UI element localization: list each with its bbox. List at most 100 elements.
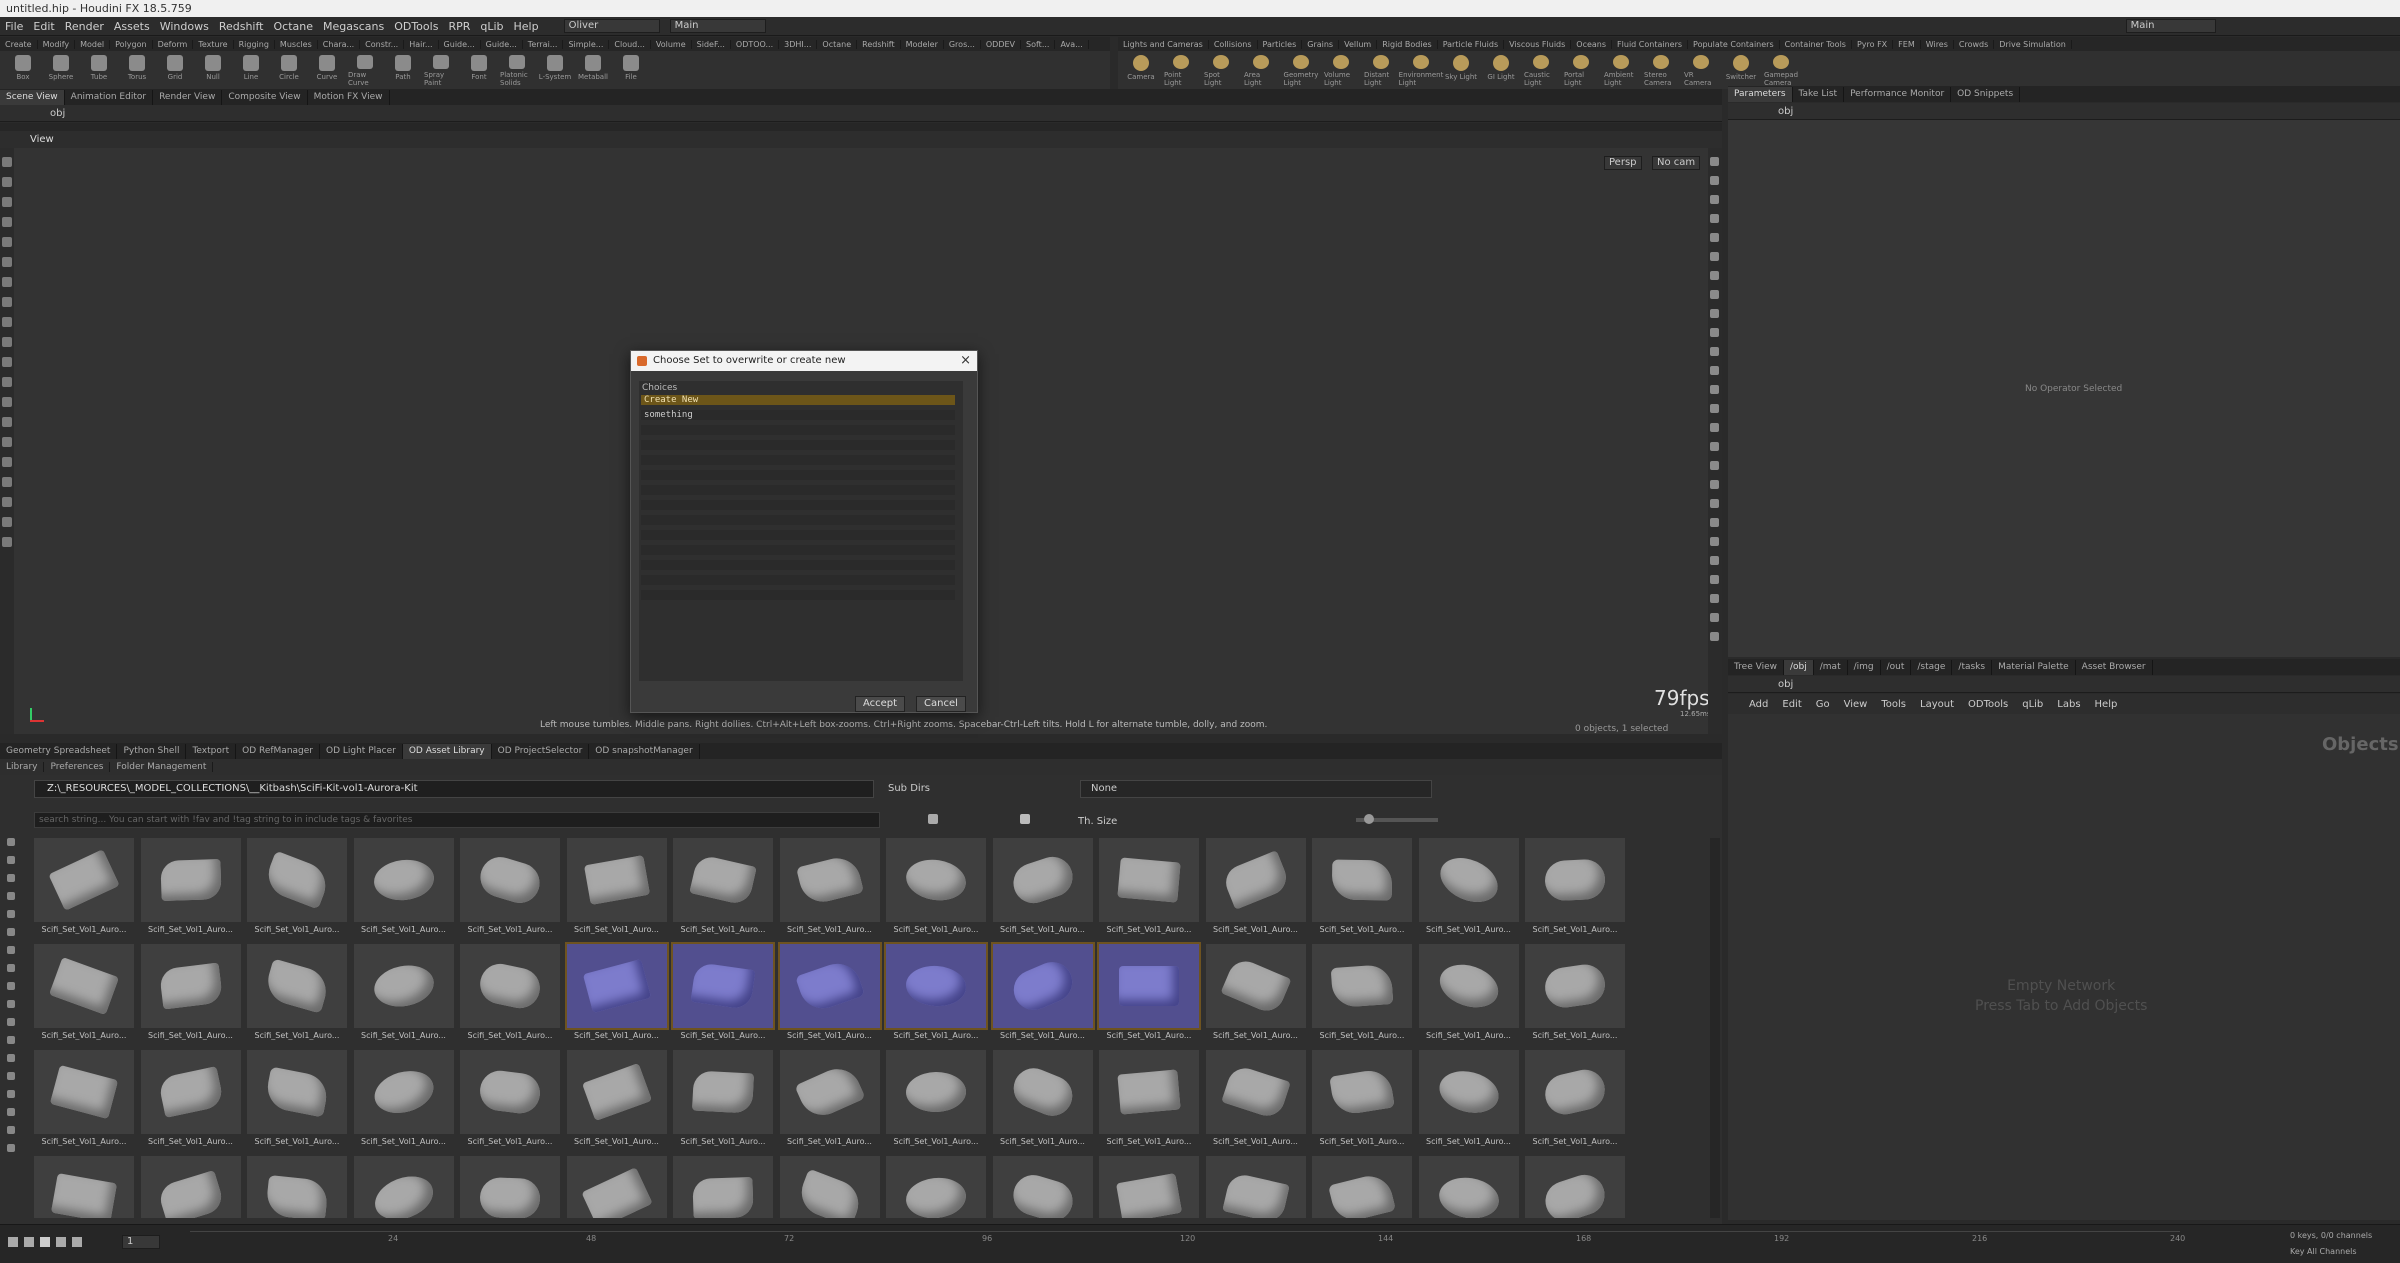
tab-animation-editor[interactable]: Animation Editor: [65, 89, 154, 105]
net-menu-layout[interactable]: Layout: [1913, 699, 1961, 710]
shelf-tab-sidef[interactable]: SideF...: [692, 39, 731, 49]
tool-icon[interactable]: [2, 257, 12, 267]
shelf-tab-drive-simulation[interactable]: Drive Simulation: [1994, 39, 2072, 49]
menu-windows[interactable]: Windows: [155, 20, 214, 33]
shelf-tab-crowds[interactable]: Crowds: [1954, 39, 1995, 49]
folder-icon[interactable]: [1020, 814, 1030, 824]
tool-portal-light[interactable]: Portal Light: [1564, 53, 1598, 87]
shelf-tab-oddev[interactable]: ODDEV: [981, 39, 1022, 49]
tool-icon[interactable]: [2, 237, 12, 247]
menu-odtools[interactable]: ODTools: [389, 20, 443, 33]
tool-icon[interactable]: [1710, 309, 1719, 318]
tool-icon[interactable]: [1710, 214, 1719, 223]
shelf-tab-cloud[interactable]: Cloud...: [609, 39, 651, 49]
tool-environment-light[interactable]: Environment Light: [1399, 53, 1443, 87]
asset-tile[interactable]: Scifi_Set_Vol1_Auro...: [1418, 1050, 1519, 1150]
asset-tile[interactable]: Scifi_Set_Vol1_Auro...: [1097, 942, 1201, 1044]
tool-icon[interactable]: [7, 1126, 15, 1134]
tool-icon[interactable]: [1710, 347, 1719, 356]
tool-icon[interactable]: [2, 337, 12, 347]
asset-tile[interactable]: Scifi_Set_Vol1_Auro...: [34, 944, 134, 1044]
asset-tile[interactable]: Scifi_Set_Vol1_Auro...: [460, 1156, 560, 1218]
tab-od-asset-library[interactable]: OD Asset Library: [402, 743, 492, 759]
shelf-tab-redshift[interactable]: Redshift: [857, 39, 901, 49]
stop-icon[interactable]: [40, 1237, 50, 1247]
shelf-tab-gros[interactable]: Gros...: [944, 39, 981, 49]
asset-tile[interactable]: Scifi_Set_Vol1_Auro...: [673, 1156, 773, 1218]
asset-tile[interactable]: Scifi_Set_Vol1_Auro...: [992, 838, 1093, 938]
tab-od-projectselector[interactable]: OD ProjectSelector: [492, 743, 590, 759]
tool-line[interactable]: Line: [234, 53, 268, 87]
tab-render-view[interactable]: Render View: [153, 89, 223, 105]
asset-tile[interactable]: Scifi_Set_Vol1_Auro...: [1525, 838, 1625, 938]
asset-tile[interactable]: Scifi_Set_Vol1_Auro...: [1525, 1156, 1625, 1218]
subdirs-dropdown[interactable]: None: [1080, 780, 1432, 798]
tool-gamepad-camera[interactable]: Gamepad Camera: [1764, 53, 1798, 87]
asset-tile[interactable]: Scifi_Set_Vol1_Auro...: [886, 1050, 986, 1150]
tool-icon[interactable]: [2, 457, 12, 467]
persp-menu[interactable]: Persp: [1604, 156, 1642, 170]
asset-tile[interactable]: Scifi_Set_Vol1_Auro...: [353, 838, 454, 938]
tool-icon[interactable]: [1710, 290, 1719, 299]
asset-tile[interactable]: Scifi_Set_Vol1_Auro...: [353, 1050, 454, 1150]
tool-icon[interactable]: [2, 217, 12, 227]
tool-gi-light[interactable]: GI Light: [1484, 53, 1518, 87]
shelf-tab-modeler[interactable]: Modeler: [901, 39, 944, 49]
asset-tile[interactable]: Scifi_Set_Vol1_Auro...: [671, 942, 775, 1044]
last-frame-icon[interactable]: [72, 1237, 82, 1247]
tool-icon[interactable]: [2, 317, 12, 327]
tab-take-list[interactable]: Take List: [1793, 86, 1845, 102]
shelf-tab-volume[interactable]: Volume: [651, 39, 692, 49]
tool-icon[interactable]: [7, 910, 15, 918]
desktop-dropdown[interactable]: Oliver: [563, 19, 660, 33]
tool-icon[interactable]: [1710, 499, 1719, 508]
asset-tile[interactable]: Scifi_Set_Vol1_Auro...: [460, 1050, 560, 1150]
tab-textport[interactable]: Textport: [186, 743, 237, 759]
shelf-tab-texture[interactable]: Texture: [193, 39, 234, 49]
tool-l-system[interactable]: L-System: [538, 53, 572, 87]
shelf-tab-populate-containers[interactable]: Populate Containers: [1688, 39, 1780, 49]
net-menu-qlib[interactable]: qLib: [2015, 699, 2050, 710]
first-frame-icon[interactable]: [8, 1237, 18, 1247]
asset-tile[interactable]: Scifi_Set_Vol1_Auro...: [1418, 838, 1519, 938]
tool-icon[interactable]: [2, 377, 12, 387]
shelf-tab-deform[interactable]: Deform: [153, 39, 194, 49]
tool-font[interactable]: Font: [462, 53, 496, 87]
tool-icon[interactable]: [2, 297, 12, 307]
tab-library[interactable]: Library: [0, 762, 45, 772]
asset-tile[interactable]: Scifi_Set_Vol1_Auro...: [566, 1156, 667, 1218]
tool-point-light[interactable]: Point Light: [1164, 53, 1198, 87]
shelf-tab-fem[interactable]: FEM: [1893, 39, 1921, 49]
tool-curve[interactable]: Curve: [310, 53, 344, 87]
tool-icon[interactable]: [1710, 594, 1719, 603]
shelf-tab-3dhi[interactable]: 3DHI...: [779, 39, 818, 49]
asset-grid-scrollbar[interactable]: [1710, 838, 1720, 1218]
asset-tile[interactable]: Scifi_Set_Vol1_Auro...: [992, 1050, 1093, 1150]
asset-tile[interactable]: Scifi_Set_Vol1_Auro...: [1099, 838, 1199, 938]
tool-icon[interactable]: [2, 197, 12, 207]
net-menu-help[interactable]: Help: [2088, 699, 2125, 710]
asset-tile[interactable]: Scifi_Set_Vol1_Auro...: [673, 1050, 773, 1150]
tab-od-light-placer[interactable]: OD Light Placer: [320, 743, 403, 759]
tool-icon[interactable]: [2, 477, 12, 487]
tool-icon[interactable]: [7, 838, 15, 846]
asset-tile[interactable]: Scifi_Set_Vol1_Auro...: [140, 838, 241, 938]
menu-redshift[interactable]: Redshift: [214, 20, 269, 33]
tab-img[interactable]: /img: [1848, 659, 1881, 675]
asset-tile[interactable]: Scifi_Set_Vol1_Auro...: [564, 942, 669, 1044]
shelf-tab-create[interactable]: Create: [0, 39, 38, 49]
choice-something[interactable]: something: [641, 410, 955, 425]
tool-icon[interactable]: [2, 537, 12, 547]
refresh-icon[interactable]: [928, 814, 938, 824]
tool-platonic-solids[interactable]: Platonic Solids: [500, 53, 534, 87]
choice-create-new[interactable]: Create New: [641, 395, 955, 410]
asset-tile[interactable]: Scifi_Set_Vol1_Auro...: [460, 944, 560, 1044]
tool-box[interactable]: Box: [6, 53, 40, 87]
tool-icon[interactable]: [1710, 442, 1719, 451]
tool-icon[interactable]: [1710, 518, 1719, 527]
shelf-tab-muscles[interactable]: Muscles: [275, 39, 318, 49]
tab-preferences[interactable]: Preferences: [44, 762, 111, 772]
tool-ambient-light[interactable]: Ambient Light: [1604, 53, 1638, 87]
tool-icon[interactable]: [1710, 404, 1719, 413]
play-icon[interactable]: [56, 1237, 66, 1247]
